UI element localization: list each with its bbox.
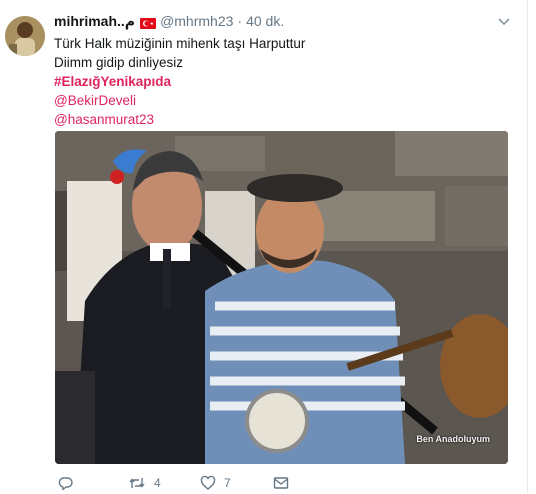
timestamp[interactable]: 40 dk. <box>246 13 284 29</box>
reply-icon <box>58 475 74 491</box>
avatar[interactable] <box>5 16 45 56</box>
retweet-button[interactable]: 4 <box>128 474 161 492</box>
display-name[interactable]: mihrimah..م <box>54 13 135 30</box>
timeline-border <box>527 0 528 493</box>
like-icon <box>200 475 216 491</box>
hashtag-link[interactable]: #ElazığYenikapıda <box>54 72 494 91</box>
tweet[interactable]: mihrimah..م @mhrmh23 · 40 dk. Türk Halk … <box>0 0 527 493</box>
tweet-text-line: Türk Halk müziğinin mihenk taşı Harputtu… <box>54 36 306 51</box>
separator: · <box>237 13 243 29</box>
like-count: 7 <box>224 476 231 490</box>
video-frame <box>55 131 508 464</box>
turkish-flag-icon <box>140 16 157 29</box>
handle[interactable]: @mhrmh23 <box>160 13 233 29</box>
retweet-count: 4 <box>154 476 161 490</box>
reply-button[interactable] <box>58 474 82 492</box>
retweet-icon <box>128 475 146 491</box>
tweet-header: mihrimah..م @mhrmh23 · 40 dk. <box>54 11 284 31</box>
direct-message-button[interactable] <box>273 474 289 492</box>
video-player[interactable]: Ben Anadoluyum <box>55 131 508 464</box>
mention-link[interactable]: @BekirDeveli <box>54 91 494 110</box>
chevron-down-icon[interactable] <box>497 14 511 28</box>
tweet-actions: 4 7 <box>54 474 354 494</box>
video-watermark: Ben Anadoluyum <box>416 434 490 444</box>
direct-message-icon <box>273 475 289 491</box>
mention-link[interactable]: @hasanmurat23 <box>54 110 494 129</box>
tweet-text: Türk Halk müziğinin mihenk taşı Harputtu… <box>54 34 494 129</box>
like-button[interactable]: 7 <box>200 474 231 492</box>
tweet-text-line: Diimm gidip dinliyesiz <box>54 55 184 70</box>
